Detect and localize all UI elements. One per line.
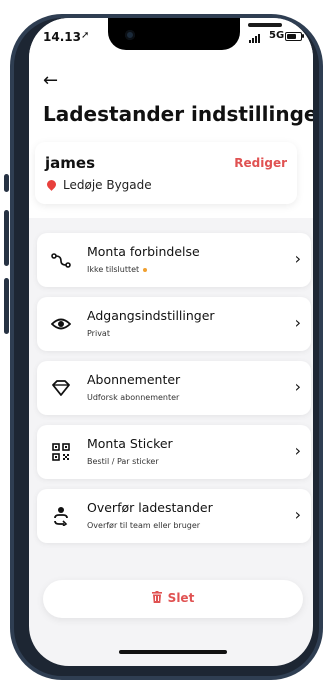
trash-icon bbox=[151, 591, 162, 606]
phone-camera bbox=[125, 30, 135, 40]
settings-item-subtitle: Udforsk abonnementer bbox=[87, 393, 180, 402]
settings-item-transfer[interactable]: Overfør ladestander Overfør til team ell… bbox=[37, 489, 311, 543]
location-arrow-icon: ➚ bbox=[81, 30, 90, 41]
settings-item-subtitle: Bestil / Par sticker bbox=[87, 457, 159, 466]
connection-icon bbox=[51, 253, 71, 268]
transfer-icon bbox=[54, 507, 68, 526]
diamond-icon bbox=[52, 380, 70, 396]
settings-item-title: Adgangsindstillinger bbox=[87, 308, 215, 323]
chevron-right-icon: › bbox=[294, 377, 301, 396]
delete-label: Slet bbox=[167, 591, 195, 605]
settings-item-subscriptions[interactable]: Abonnementer Udforsk abonnementer › bbox=[37, 361, 311, 415]
edit-button[interactable]: Rediger bbox=[234, 156, 287, 170]
delete-button-content: Slet bbox=[43, 591, 303, 606]
eye-icon bbox=[51, 318, 71, 330]
settings-item-title: Monta forbindelse bbox=[87, 244, 200, 259]
network-type: 5G bbox=[269, 30, 285, 41]
chevron-right-icon: › bbox=[294, 441, 301, 460]
settings-item-monta-connection[interactable]: Monta forbindelse Ikke tilsluttet › bbox=[37, 233, 311, 287]
chevron-right-icon: › bbox=[294, 313, 301, 332]
settings-item-title: Overfør ladestander bbox=[87, 500, 213, 515]
phone-side-button bbox=[4, 174, 9, 192]
settings-item-subtitle: Overfør til team eller bruger bbox=[87, 521, 201, 530]
home-indicator[interactable] bbox=[119, 650, 227, 654]
settings-item-access[interactable]: Adgangsindstillinger Privat › bbox=[37, 297, 311, 351]
settings-item-sticker[interactable]: Monta Sticker Bestil / Par sticker › bbox=[37, 425, 311, 479]
phone-side-button bbox=[4, 278, 9, 334]
back-arrow-icon[interactable]: ← bbox=[43, 70, 58, 91]
station-address: Ledøje Bygade bbox=[63, 178, 152, 192]
page-title: Ladestander indstillinger bbox=[43, 102, 313, 126]
settings-item-title: Monta Sticker bbox=[87, 436, 173, 451]
app-screen: 14.13 ➚ 5G ← Ladestander indstillinger j… bbox=[29, 18, 313, 666]
phone-side-button bbox=[4, 210, 9, 266]
chevron-right-icon: › bbox=[294, 249, 301, 268]
battery-icon bbox=[285, 32, 302, 41]
signal-icon bbox=[249, 34, 260, 43]
qr-code-icon bbox=[52, 443, 70, 461]
settings-item-title: Abonnementer bbox=[87, 372, 181, 387]
phone-speaker bbox=[248, 23, 282, 27]
station-name: james bbox=[45, 154, 95, 172]
delete-button[interactable]: Slet bbox=[43, 580, 303, 618]
settings-list: Monta forbindelse Ikke tilsluttet › Adga… bbox=[37, 233, 311, 553]
station-card: james Rediger Ledøje Bygade bbox=[35, 142, 297, 204]
status-time: 14.13 bbox=[43, 30, 81, 44]
settings-item-subtitle: Ikke tilsluttet bbox=[87, 265, 148, 274]
status-dot-icon bbox=[143, 267, 148, 272]
location-pin-icon bbox=[45, 178, 58, 191]
battery-tip bbox=[302, 34, 304, 38]
settings-item-subtitle: Privat bbox=[87, 329, 110, 338]
chevron-right-icon: › bbox=[294, 505, 301, 524]
